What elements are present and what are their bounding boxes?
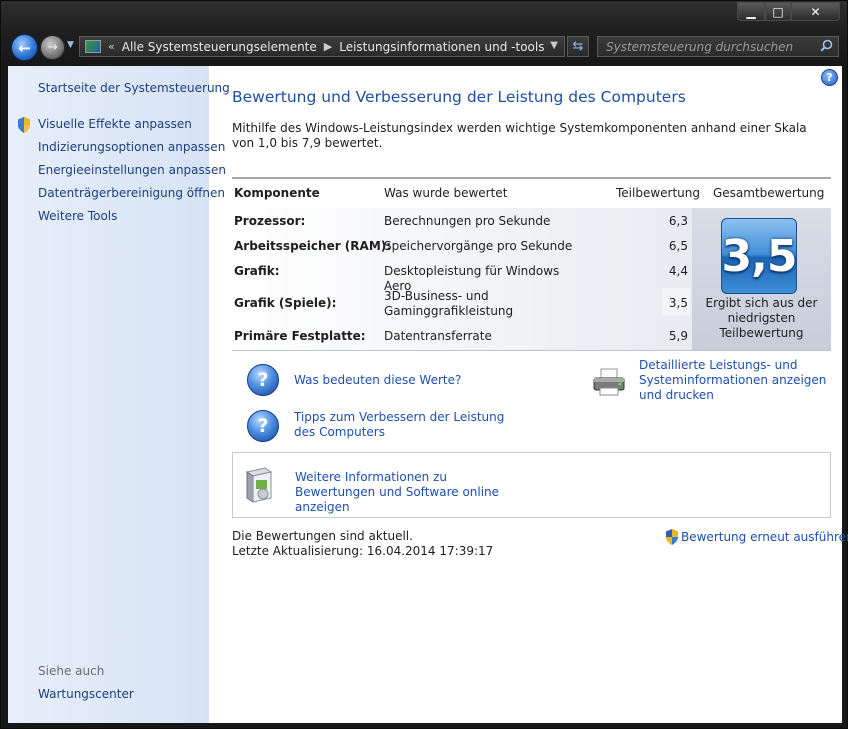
- col-header-component: Komponente: [234, 186, 320, 200]
- sidebar-item-action-center[interactable]: Wartungscenter: [38, 687, 134, 701]
- rerun-label: Bewertung erneut ausführen: [681, 530, 848, 544]
- row-component: Primäre Festplatte:: [234, 329, 366, 343]
- row-component: Grafik:: [234, 264, 280, 278]
- address-dropdown-icon[interactable]: ▼: [550, 40, 558, 51]
- row-score: 6,5: [668, 239, 688, 253]
- maximize-button[interactable]: □: [765, 2, 791, 21]
- breadcrumb-separator-icon[interactable]: ▶: [324, 40, 332, 53]
- col-header-total: Gesamtbewertung: [713, 186, 825, 200]
- question-icon[interactable]: ?: [247, 410, 279, 442]
- sidebar-item-indexing-options[interactable]: Indizierungsoptionen anpassen: [38, 140, 225, 154]
- sidebar-item-more-tools[interactable]: Weitere Tools: [38, 209, 117, 223]
- search-box[interactable]: [597, 36, 839, 57]
- online-info-box: Weitere Informationen zu Bewertungen und…: [232, 452, 831, 518]
- shield-icon: [666, 529, 678, 545]
- row-description: Speichervorgänge pro Sekunde: [384, 239, 573, 253]
- row-score: 6,3: [668, 214, 688, 228]
- help-icon[interactable]: ?: [821, 69, 838, 86]
- address-bar[interactable]: « Alle Systemsteuerungselemente ▶ Leistu…: [79, 36, 565, 57]
- client-area: Startseite der Systemsteuerung Visuelle …: [8, 66, 848, 723]
- performance-tips-link[interactable]: Tipps zum Verbessern der Leistung des Co…: [294, 410, 519, 440]
- caption-buttons: ▁ □ ✕: [737, 2, 840, 21]
- explorer-window: ▁ □ ✕ ← → ▼ « Alle Systemsteuerungseleme…: [0, 0, 848, 729]
- total-score-panel: 3,5 Ergibt sich aus der niedrigsten Teil…: [692, 208, 831, 350]
- printer-icon[interactable]: [591, 368, 627, 396]
- see-also-heading: Siehe auch: [38, 664, 105, 678]
- base-score-caption: Ergibt sich aus der niedrigsten Teilbewe…: [705, 296, 818, 340]
- breadcrumb-item[interactable]: Alle Systemsteuerungselemente: [122, 40, 317, 54]
- row-component: Grafik (Spiele):: [234, 296, 337, 310]
- page-title: Bewertung und Verbesserung der Leistung …: [232, 88, 686, 106]
- close-button[interactable]: ✕: [791, 2, 840, 21]
- sidebar-item-disk-cleanup[interactable]: Datenträgerbereinigung öffnen: [38, 186, 225, 200]
- row-component: Arbeitsspeicher (RAM):: [234, 239, 392, 253]
- intro-text: Mithilfe des Windows-Leistungsindex werd…: [232, 121, 807, 150]
- what-values-mean-link[interactable]: Was bedeuten diese Werte?: [294, 373, 461, 388]
- sidebar-item-power-settings[interactable]: Energieeinstellungen anpassen: [38, 163, 226, 177]
- online-info-link[interactable]: Weitere Informationen zu Bewertungen und…: [295, 470, 515, 515]
- rerun-assessment-link[interactable]: Bewertung erneut ausführen: [665, 529, 848, 545]
- last-update: Letzte Aktualisierung: 16.04.2014 17:39:…: [232, 544, 493, 559]
- shield-icon: [18, 117, 30, 133]
- last-update-value: 16.04.2014 17:39:17: [366, 544, 494, 558]
- base-score-value: 3,5: [721, 230, 798, 282]
- row-score: 5,9: [668, 329, 688, 343]
- search-icon[interactable]: [820, 39, 833, 52]
- row-description: Berechnungen pro Sekunde: [384, 214, 551, 228]
- detailed-info-link[interactable]: Detaillierte Leistungs- und Systeminform…: [639, 358, 834, 403]
- recent-pages-dropdown-icon[interactable]: ▼: [67, 40, 74, 50]
- col-header-rated: Was wurde bewertet: [384, 186, 508, 200]
- software-box-icon: [245, 467, 273, 503]
- row-component: Prozessor:: [234, 214, 306, 228]
- status-text: Die Bewertungen sind aktuell. Letzte Akt…: [232, 529, 493, 559]
- main-content: ? Bewertung und Verbesserung der Leistun…: [209, 66, 848, 723]
- sidebar: Startseite der Systemsteuerung Visuelle …: [8, 66, 230, 723]
- question-icon[interactable]: ?: [247, 364, 279, 396]
- search-input[interactable]: [598, 37, 816, 56]
- row-description: Datentransferrate: [384, 329, 492, 343]
- back-arrow-icon[interactable]: ←: [11, 34, 38, 61]
- table-body: Prozessor: Berechnungen pro Sekunde 6,3 …: [232, 208, 831, 351]
- breadcrumb-overflow-icon[interactable]: «: [108, 40, 115, 53]
- last-update-label: Letzte Aktualisierung:: [232, 544, 364, 558]
- row-score: 4,4: [668, 264, 688, 278]
- refresh-icon[interactable]: ⇆: [567, 36, 589, 57]
- row-score: 3,5: [668, 296, 688, 310]
- forward-arrow-icon[interactable]: →: [40, 35, 65, 60]
- header-divider: [232, 177, 831, 179]
- sidebar-home-link[interactable]: Startseite der Systemsteuerung: [38, 81, 230, 95]
- sidebar-item-visual-effects[interactable]: Visuelle Effekte anpassen: [38, 117, 192, 131]
- row-description: 3D-Business- und Gaminggrafikleistung: [384, 289, 514, 318]
- base-score-badge: 3,5: [721, 218, 797, 294]
- col-header-subscore: Teilbewertung: [616, 186, 701, 200]
- minimize-button[interactable]: ▁: [737, 2, 765, 21]
- breadcrumb-item[interactable]: Leistungsinformationen und -tools: [339, 40, 544, 54]
- status-current: Die Bewertungen sind aktuell.: [232, 529, 413, 543]
- control-panel-icon: [85, 40, 101, 53]
